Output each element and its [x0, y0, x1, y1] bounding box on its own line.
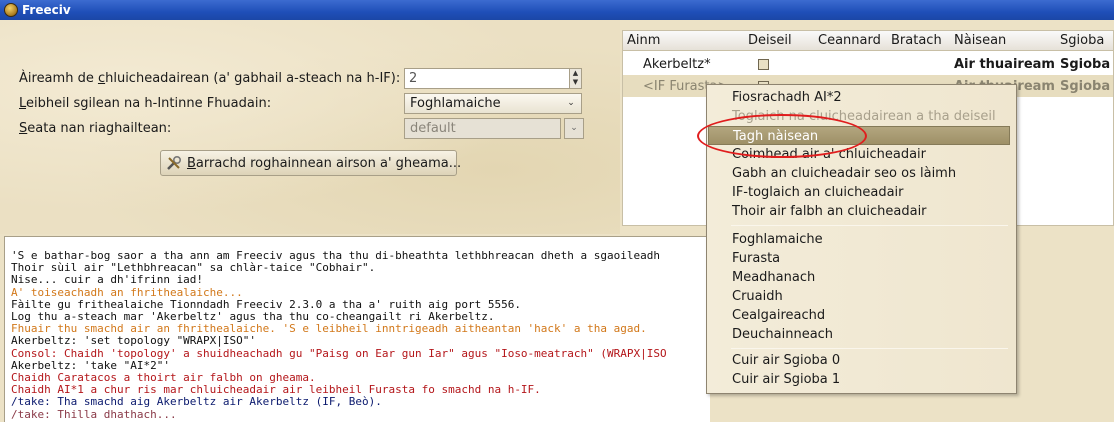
more-game-options-button[interactable]: Barrachd roghainnean airson a' gheama...: [160, 150, 461, 176]
column-header-leader[interactable]: Ceannard: [814, 31, 887, 50]
ruleset-combo[interactable]: default: [404, 118, 561, 139]
ai-count-label: Àireamh de chluicheadairean (a' gabhail …: [19, 71, 401, 86]
ai-level-row: Leibheil sgilean na h-Intinne Fhuadain: …: [19, 93, 582, 114]
menu-item-remove-player[interactable]: Thoir air falbh an cluicheadair: [708, 202, 1015, 221]
window-titlebar[interactable]: Freeciv: [0, 0, 1114, 20]
menu-item-level-experimental[interactable]: Deuchainneach: [708, 325, 1015, 344]
player-team: Sgioba 1: [1060, 78, 1113, 94]
chat-line: Nise... cuir a dh'ifrinn iad!: [11, 273, 204, 287]
menu-item-ai-info[interactable]: Fiosrachadh AI*2: [708, 88, 1015, 107]
player-name: Akerbeltz*: [643, 56, 711, 72]
menu-item-level-novice[interactable]: Foghlamaiche: [708, 230, 1015, 249]
spin-down-icon[interactable]: ▼: [570, 78, 581, 87]
chat-log[interactable]: 'S e bathar-bog saor a tha ann am Freeci…: [4, 236, 710, 422]
menu-item-ai-toggle-player[interactable]: IF-toglaich an cluicheadair: [708, 183, 1015, 202]
chat-line: Consol: Chaidh 'topology' a shuidheachad…: [11, 346, 667, 360]
ai-level-value: Foghlamaiche: [410, 96, 501, 111]
spin-up-icon[interactable]: ▲: [570, 69, 581, 78]
menu-item-team-0[interactable]: Cuir air Sgioba 0: [708, 351, 1015, 370]
chevron-down-icon[interactable]: ⌄: [564, 97, 578, 110]
chat-line: /take: Thilla dhathach...: [11, 407, 177, 421]
ready-checkbox[interactable]: [758, 58, 769, 70]
chat-line: A' toiseachadh an fhrithealaiche...: [11, 285, 243, 299]
ruleset-dropdown-chevron-icon[interactable]: ⌄: [564, 118, 584, 139]
freeciv-app-icon: [4, 3, 18, 17]
column-header-team[interactable]: Sgioba: [1056, 31, 1113, 50]
more-button-label: Barrachd roghainnean airson a' gheama...: [187, 155, 462, 171]
column-header-flag[interactable]: Bratach: [887, 31, 950, 50]
menu-separator: [731, 225, 1008, 226]
menu-item-level-easy[interactable]: Furasta: [708, 249, 1015, 268]
ai-level-combo[interactable]: Foghlamaiche ⌄: [404, 93, 582, 114]
menu-item-level-cheating[interactable]: Cealgaireachd: [708, 306, 1015, 325]
menu-item-level-normal[interactable]: Meadhanach: [708, 268, 1015, 287]
player-nation: Air thuaiream: [954, 56, 1055, 72]
menu-item-take-player[interactable]: Gabh an cluicheadair seo os làimh: [708, 164, 1015, 183]
game-settings-panel: Àireamh de chluicheadairean (a' gabhail …: [0, 20, 620, 234]
chat-line: /take: Tha smachd aig Akerbeltz air Aker…: [11, 395, 382, 409]
ruleset-value: default: [410, 121, 456, 136]
menu-item-team-1[interactable]: Cuir air Sgioba 1: [708, 370, 1015, 389]
chat-line: Akerbeltz: 'set topology "WRAPX|ISO"': [11, 334, 257, 348]
ai-count-spinner[interactable]: 2 ▲ ▼: [404, 68, 582, 89]
annotation-highlight-ellipse: [697, 114, 867, 158]
ai-level-label: Leibheil sgilean na h-Intinne Fhuadain:: [19, 96, 272, 111]
menu-separator: [731, 348, 1008, 349]
column-header-name[interactable]: Ainm: [623, 31, 744, 50]
spinner-buttons[interactable]: ▲ ▼: [569, 69, 581, 88]
ai-count-value: 2: [409, 71, 418, 86]
table-header: Ainm Deiseil Ceannard Bratach Nàisean Sg…: [623, 31, 1113, 51]
column-header-ready[interactable]: Deiseil: [744, 31, 814, 50]
column-header-nation[interactable]: Nàisean: [950, 31, 1056, 50]
ai-count-row: Àireamh de chluicheadairean (a' gabhail …: [19, 68, 582, 89]
ready-cell: [744, 58, 814, 70]
table-row[interactable]: Akerbeltz* Air thuaiream Sgioba 0: [623, 53, 1113, 75]
tools-icon: [166, 155, 182, 171]
ruleset-label: Seata nan riaghailtean:: [19, 121, 172, 136]
menu-item-level-hard[interactable]: Cruaidh: [708, 287, 1015, 306]
ruleset-row: Seata nan riaghailtean: default ⌄: [19, 118, 584, 139]
player-team: Sgioba 0: [1060, 56, 1113, 72]
window-title: Freeciv: [22, 3, 71, 17]
